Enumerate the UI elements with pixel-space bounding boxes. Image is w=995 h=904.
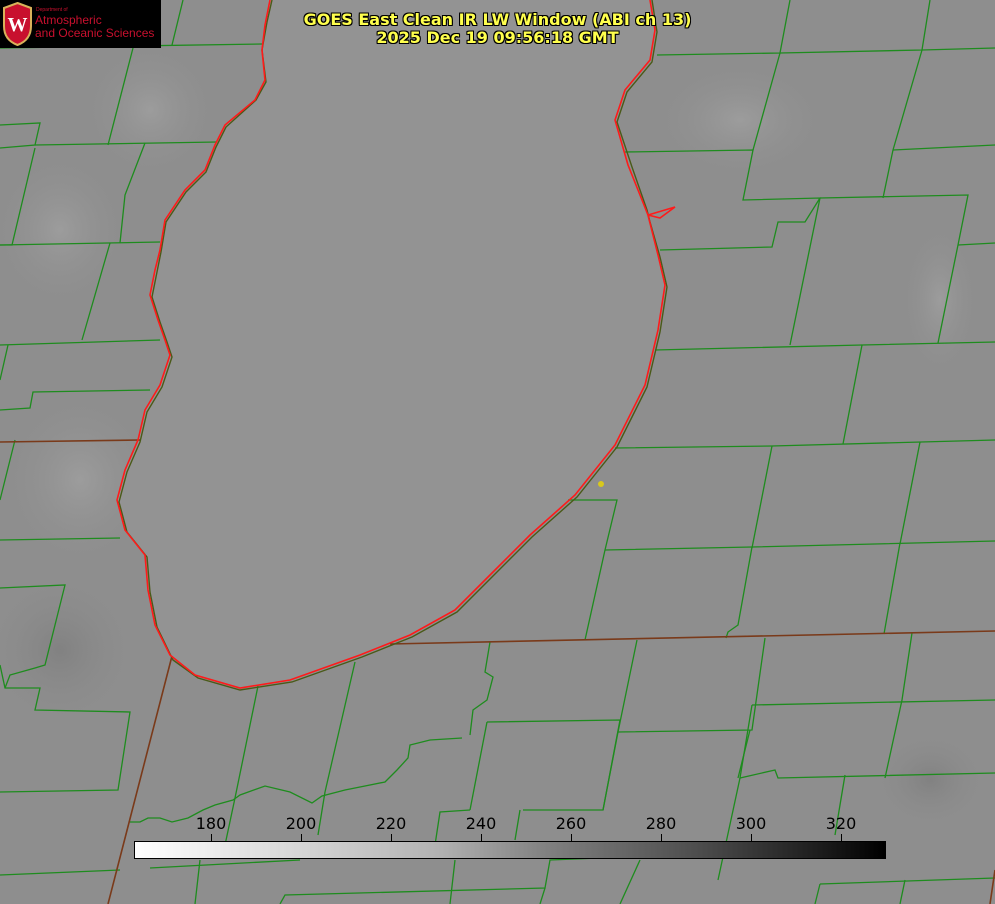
logo-line-2: and Oceanic Sciences: [35, 26, 155, 40]
aos-logo: W Department of Atmospheric and Oceanic …: [0, 0, 161, 48]
crest-letter: W: [8, 14, 28, 36]
satellite-image-viewer: W Department of Atmospheric and Oceanic …: [0, 0, 995, 904]
image-title: GOES East Clean IR LW Window (ABI ch 13)…: [200, 11, 795, 47]
product-title: GOES East Clean IR LW Window (ABI ch 13): [303, 10, 692, 29]
temperature-colorbar: [134, 841, 886, 859]
location-marker: [598, 481, 604, 487]
ir-satellite-map: [0, 0, 995, 904]
timestamp: 2025 Dec 19 09:56:18 GMT: [376, 28, 619, 47]
uw-crest-icon: W: [3, 2, 32, 46]
